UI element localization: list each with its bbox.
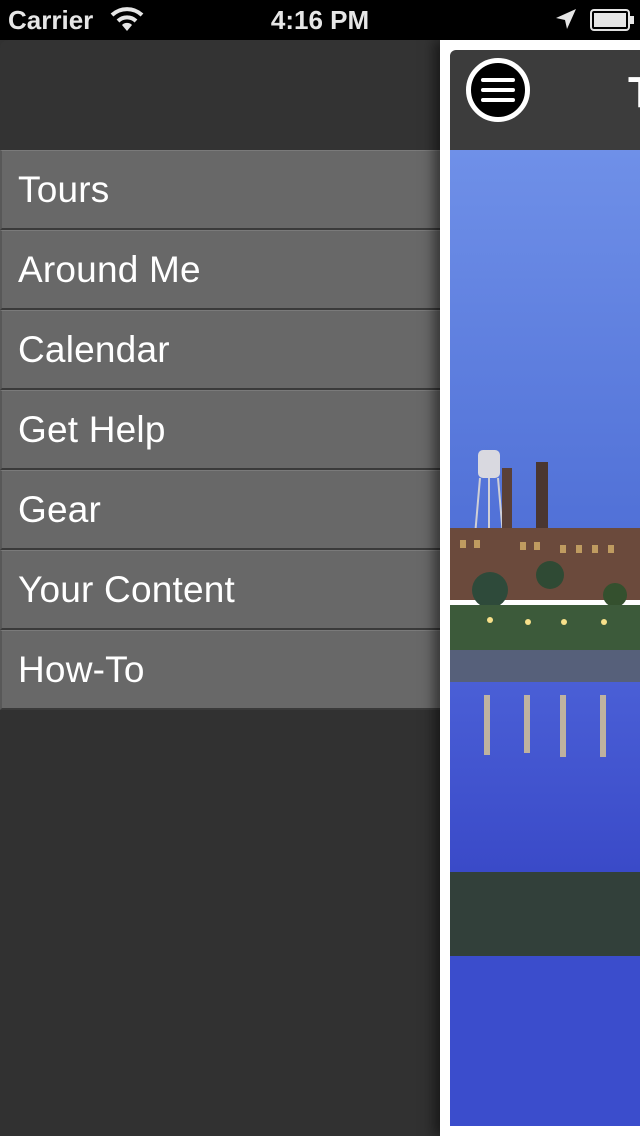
menu-list: Tours Around Me Calendar Get Help Gear Y… [0, 150, 440, 710]
nav-bar: T [450, 50, 640, 150]
menu-header [0, 40, 440, 150]
menu-item-tours[interactable]: Tours [0, 150, 440, 230]
menu-item-label: Calendar [18, 328, 170, 370]
menu-item-calendar[interactable]: Calendar [0, 310, 440, 390]
menu-item-how-to[interactable]: How-To [0, 630, 440, 710]
main-panel[interactable]: T [440, 40, 640, 1136]
menu-item-label: Tours [18, 168, 110, 210]
menu-item-your-content[interactable]: Your Content [0, 550, 440, 630]
menu-item-around-me[interactable]: Around Me [0, 230, 440, 310]
status-bar: Carrier 4:16 PM [0, 0, 640, 40]
menu-item-label: How-To [18, 648, 145, 690]
battery-icon [590, 9, 636, 36]
clock: 4:16 PM [270, 5, 370, 35]
menu-item-label: Your Content [18, 568, 236, 610]
menu-item-gear[interactable]: Gear [0, 470, 440, 550]
location-arrow-icon [554, 7, 578, 36]
side-menu: Tours Around Me Calendar Get Help Gear Y… [0, 40, 440, 1136]
menu-item-get-help[interactable]: Get Help [0, 390, 440, 470]
hero-image [450, 150, 640, 1126]
menu-item-label: Get Help [18, 408, 166, 450]
hamburger-menu-icon[interactable] [466, 58, 530, 122]
menu-item-label: Around Me [18, 248, 201, 290]
menu-item-label: Gear [18, 488, 102, 530]
page-title: T [628, 68, 640, 118]
